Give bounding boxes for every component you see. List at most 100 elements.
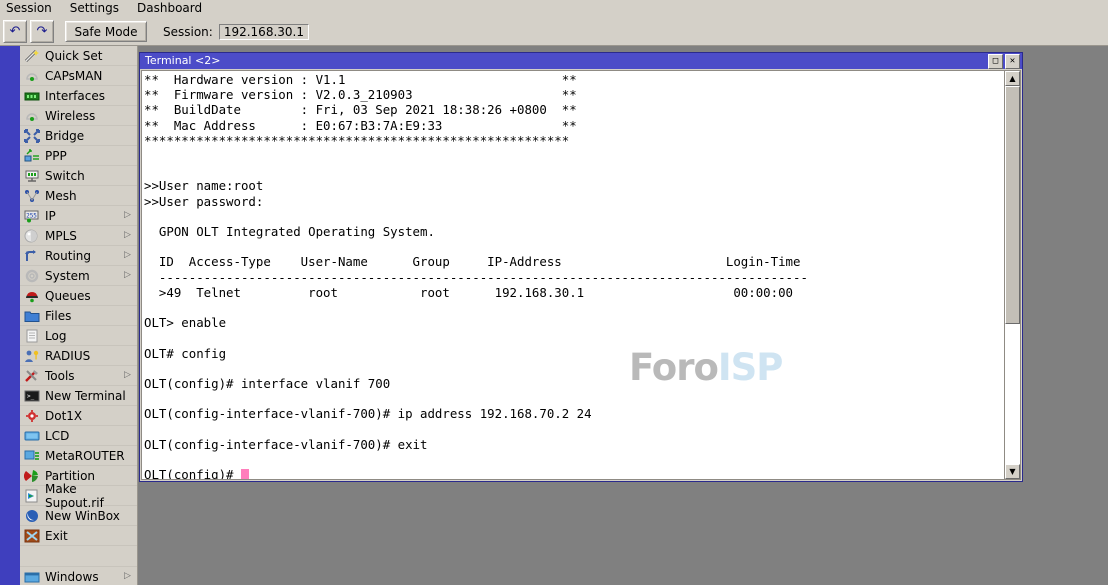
chevron-right-icon: ▷ <box>124 271 133 280</box>
sidebar-item-wireless[interactable]: Wireless <box>20 106 137 126</box>
scrollbar-thumb[interactable] <box>1005 86 1020 324</box>
sidebar-item-windows[interactable]: Windows▷ <box>20 567 137 585</box>
terminal-line: ** Hardware version : V1.1 ** <box>144 72 1003 87</box>
terminal-line <box>144 361 1003 376</box>
sidebar-item-switch[interactable]: Switch <box>20 166 137 186</box>
sidebar-item-interfaces[interactable]: Interfaces <box>20 86 137 106</box>
sidebar-item-make-supout-rif[interactable]: Make Supout.rif <box>20 486 137 506</box>
terminal-titlebar[interactable]: Terminal <2> □ ✕ <box>140 53 1022 69</box>
winbox-icon <box>24 509 40 523</box>
terminal-line: >>User password: <box>144 194 1003 209</box>
chevron-right-icon: ▷ <box>124 572 133 581</box>
terminal-line <box>144 452 1003 467</box>
sidebar-item-label: Switch <box>45 169 137 183</box>
dot1x-icon <box>24 409 40 423</box>
sidebar-item-new-terminal[interactable]: >_ New Terminal <box>20 386 137 406</box>
log-icon <box>24 329 40 343</box>
sidebar-item-ip[interactable]: 255 IP▷ <box>20 206 137 226</box>
sidebar-item-label: Partition <box>45 469 137 483</box>
sidebar-item-ppp[interactable]: PPP <box>20 146 137 166</box>
terminal-line: OLT# config <box>144 346 1003 361</box>
terminal-line <box>144 422 1003 437</box>
metarouter-icon <box>24 449 40 463</box>
tools-icon <box>24 369 40 383</box>
sidebar-item-new-winbox[interactable]: New WinBox <box>20 506 137 526</box>
session-label: Session: <box>163 25 213 39</box>
terminal-line <box>144 163 1003 178</box>
terminal-line: ****************************************… <box>144 133 1003 148</box>
terminal-line: OLT(config-interface-vlanif-700)# ip add… <box>144 406 1003 421</box>
sidebar-item-label: IP <box>45 209 124 223</box>
maximize-icon[interactable]: □ <box>988 54 1003 69</box>
sidebar-item-label: System <box>45 269 124 283</box>
terminal-scrollbar[interactable]: ▲ ▼ <box>1004 71 1020 479</box>
scroll-down-icon[interactable]: ▼ <box>1005 464 1020 479</box>
sidebar-item-label: CAPsMAN <box>45 69 137 83</box>
sidebar-item-label: Windows <box>45 570 124 584</box>
terminal-line <box>144 209 1003 224</box>
sidebar-item-quick-set[interactable]: Quick Set <box>20 46 137 66</box>
menu-dashboard[interactable]: Dashboard <box>129 0 212 18</box>
interfaces-icon <box>24 89 40 103</box>
chevron-right-icon: ▷ <box>124 211 133 220</box>
terminal-line: ** BuildDate : Fri, 03 Sep 2021 18:38:26… <box>144 102 1003 117</box>
sidebar-item-label: Mesh <box>45 189 137 203</box>
terminal-window[interactable]: Terminal <2> □ ✕ ** Hardware version : V… <box>139 52 1023 482</box>
sidebar-item-capsman[interactable]: CAPsMAN <box>20 66 137 86</box>
supout-icon <box>24 489 40 503</box>
sidebar-item-label: Dot1X <box>45 409 137 423</box>
terminal-line: OLT> enable <box>144 315 1003 330</box>
sidebar-item-files[interactable]: Files <box>20 306 137 326</box>
sidebar-item-label: Wireless <box>45 109 137 123</box>
queues-icon <box>24 289 40 303</box>
sidebar-item-label: Log <box>45 329 137 343</box>
scrollbar-track[interactable] <box>1005 86 1020 464</box>
scroll-up-icon[interactable]: ▲ <box>1005 71 1020 86</box>
window-icon <box>24 570 40 584</box>
sidebar-item-exit[interactable]: Exit <box>20 526 137 546</box>
sidebar-item-system[interactable]: System▷ <box>20 266 137 286</box>
sidebar-item-dot1x[interactable]: Dot1X <box>20 406 137 426</box>
terminal-line: >49 Telnet root root 192.168.30.1 00:00:… <box>144 285 1003 300</box>
terminal-line: ** Mac Address : E0:67:B3:7A:E9:33 ** <box>144 118 1003 133</box>
sidebar-item-bridge[interactable]: Bridge <box>20 126 137 146</box>
sidebar-item-metarouter[interactable]: MetaROUTER <box>20 446 137 466</box>
system-gear-icon <box>24 269 40 283</box>
menubar: Session Settings Dashboard <box>0 0 1108 19</box>
sidebar-spacer <box>20 546 137 567</box>
sidebar-item-log[interactable]: Log <box>20 326 137 346</box>
chevron-right-icon: ▷ <box>124 231 133 240</box>
sidebar-item-mesh[interactable]: Mesh <box>20 186 137 206</box>
terminal-line: >>User name:root <box>144 178 1003 193</box>
routing-icon <box>24 249 40 263</box>
folder-icon <box>24 309 40 323</box>
terminal-line: ID Access-Type User-Name Group IP-Addres… <box>144 254 1003 269</box>
terminal-line: OLT(config)# <box>144 467 1003 479</box>
sidebar-item-label: MetaROUTER <box>45 449 137 463</box>
sidebar-item-label: New Terminal <box>45 389 137 403</box>
sidebar-item-label: Tools <box>45 369 124 383</box>
terminal-body[interactable]: ** Hardware version : V1.1 **** Firmware… <box>141 70 1021 480</box>
ip-icon: 255 <box>24 209 40 223</box>
terminal-title: Terminal <2> <box>145 55 986 67</box>
svg-text:255: 255 <box>26 212 37 219</box>
menu-session[interactable]: Session <box>0 0 62 18</box>
svg-text:>_: >_ <box>27 393 35 400</box>
redo-icon[interactable]: ↷ <box>30 20 54 43</box>
terminal-line: ----------------------------------------… <box>144 270 1003 285</box>
session-value[interactable]: 192.168.30.1 <box>219 24 309 40</box>
sidebar-item-radius[interactable]: RADIUS <box>20 346 137 366</box>
sidebar-item-queues[interactable]: Queues <box>20 286 137 306</box>
menu-settings[interactable]: Settings <box>62 0 129 18</box>
undo-icon[interactable]: ↶ <box>3 20 27 43</box>
close-icon[interactable]: ✕ <box>1005 54 1020 69</box>
terminal-line <box>144 239 1003 254</box>
sidebar-item-routing[interactable]: Routing▷ <box>20 246 137 266</box>
terminal-line <box>144 148 1003 163</box>
exit-icon <box>24 529 40 543</box>
terminal-line <box>144 391 1003 406</box>
safe-mode-button[interactable]: Safe Mode <box>65 21 147 42</box>
sidebar-item-lcd[interactable]: LCD <box>20 426 137 446</box>
sidebar-item-mpls[interactable]: MPLS▷ <box>20 226 137 246</box>
sidebar-item-tools[interactable]: Tools▷ <box>20 366 137 386</box>
